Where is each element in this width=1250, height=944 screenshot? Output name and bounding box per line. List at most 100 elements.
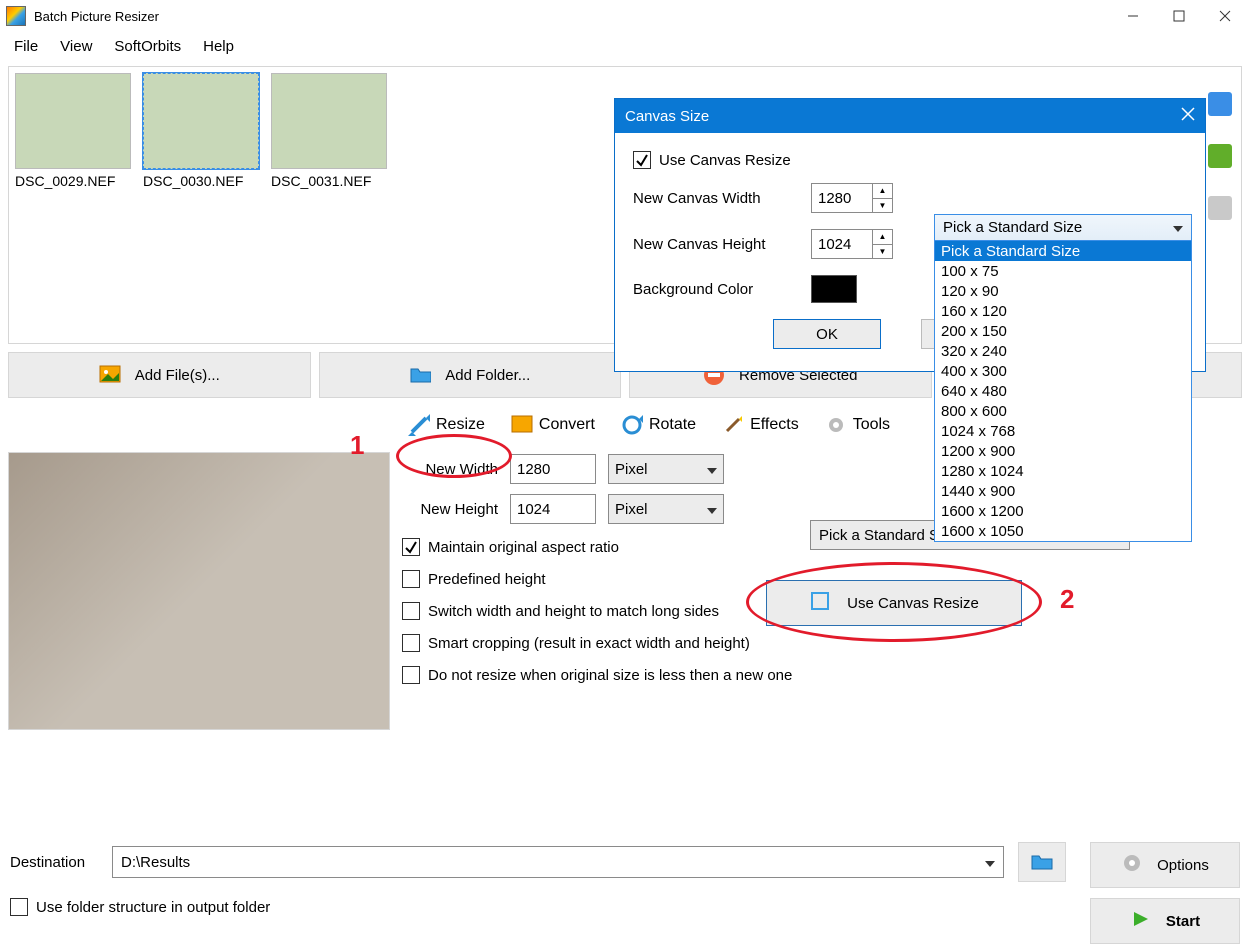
checkbox-label: Use Canvas Resize — [659, 152, 791, 169]
dropdown-selected[interactable]: Pick a Standard Size — [935, 215, 1191, 241]
dropdown-item[interactable]: 100 x 75 — [935, 261, 1191, 281]
button-label: Start — [1166, 913, 1200, 930]
dropdown-item[interactable]: 640 x 480 — [935, 381, 1191, 401]
side-icons — [1208, 92, 1242, 220]
tab-label: Convert — [539, 416, 595, 434]
height-unit-select[interactable]: Pixel — [608, 494, 724, 524]
ok-button[interactable]: OK — [773, 319, 881, 349]
destination-input[interactable]: D:\Results — [112, 846, 1004, 878]
dialog-title: Canvas Size — [625, 108, 709, 125]
folder-icon — [409, 364, 431, 386]
checkbox-label: Smart cropping (result in exact width an… — [428, 635, 750, 652]
checkbox-label: Use folder structure in output folder — [36, 899, 270, 916]
width-unit-select[interactable]: Pixel — [608, 454, 724, 484]
add-files-button[interactable]: Add File(s)... — [8, 352, 311, 398]
sidebar-icon[interactable] — [1208, 144, 1232, 168]
tab-label: Tools — [853, 416, 890, 434]
checkbox-noresize[interactable] — [402, 666, 420, 684]
tab-label: Resize — [436, 416, 485, 434]
checkbox-label: Do not resize when original size is less… — [428, 667, 792, 684]
canvas-height-input[interactable]: ▲▼ — [811, 229, 893, 259]
thumbnail-label: DSC_0031.NEF — [271, 173, 391, 189]
spinner-down[interactable]: ▼ — [872, 244, 892, 259]
menu-softorbits[interactable]: SoftOrbits — [104, 34, 191, 59]
dropdown-item[interactable]: 320 x 240 — [935, 341, 1191, 361]
dropdown-item[interactable]: 1024 x 768 — [935, 421, 1191, 441]
annotation-ring-2 — [746, 562, 1042, 642]
checkbox-predef[interactable] — [402, 570, 420, 588]
dialog-titlebar[interactable]: Canvas Size — [615, 99, 1205, 133]
menu-file[interactable]: File — [4, 34, 48, 59]
resize-icon — [408, 414, 430, 436]
gear-icon — [825, 414, 847, 436]
select-value: Pixel — [615, 461, 648, 478]
convert-icon — [511, 414, 533, 436]
checkbox-smart[interactable] — [402, 634, 420, 652]
thumbnail-label: DSC_0030.NEF — [143, 173, 263, 189]
minimize-button[interactable] — [1110, 1, 1156, 31]
button-label: Add Folder... — [445, 367, 530, 384]
photo-icon — [99, 364, 121, 386]
browse-button[interactable] — [1018, 842, 1066, 882]
thumbnail[interactable]: DSC_0030.NEF — [143, 73, 263, 189]
chevron-down-icon — [707, 501, 717, 518]
checkbox-use-canvas[interactable] — [633, 151, 651, 169]
chevron-down-icon — [1173, 219, 1183, 236]
chevron-down-icon — [707, 461, 717, 478]
dropdown-item[interactable]: 200 x 150 — [935, 321, 1191, 341]
tab-convert[interactable]: Convert — [503, 408, 603, 442]
options-button[interactable]: Options — [1090, 842, 1240, 888]
thumbnail[interactable]: DSC_0029.NEF — [15, 73, 135, 189]
menu-help[interactable]: Help — [193, 34, 244, 59]
dropdown-item[interactable]: 400 x 300 — [935, 361, 1191, 381]
destination-value: D:\Results — [121, 854, 190, 871]
thumbnail[interactable]: DSC_0031.NEF — [271, 73, 391, 189]
button-label: Options — [1157, 857, 1209, 874]
bg-color-label: Background Color — [633, 281, 793, 298]
tab-tools[interactable]: Tools — [817, 408, 898, 442]
spinner-up[interactable]: ▲ — [872, 230, 892, 244]
dropdown-item[interactable]: 1600 x 1200 — [935, 501, 1191, 521]
dialog-close-button[interactable] — [1165, 107, 1195, 125]
menu-view[interactable]: View — [50, 34, 102, 59]
canvas-width-label: New Canvas Width — [633, 190, 793, 207]
sidebar-icon[interactable] — [1208, 196, 1232, 220]
spinner-up[interactable]: ▲ — [872, 184, 892, 198]
tab-label: Rotate — [649, 416, 696, 434]
dropdown-item[interactable]: 800 x 600 — [935, 401, 1191, 421]
add-folder-button[interactable]: Add Folder... — [319, 352, 622, 398]
dropdown-item[interactable]: 120 x 90 — [935, 281, 1191, 301]
menubar: File View SoftOrbits Help — [0, 32, 1250, 60]
dropdown-item[interactable]: 1280 x 1024 — [935, 461, 1191, 481]
maximize-button[interactable] — [1156, 1, 1202, 31]
new-width-input[interactable] — [510, 454, 596, 484]
annotation-1: 1 — [350, 430, 364, 461]
dropdown-item[interactable]: 1600 x 1050 — [935, 521, 1191, 541]
tab-rotate[interactable]: Rotate — [613, 408, 704, 442]
dropdown-item[interactable]: 1440 x 900 — [935, 481, 1191, 501]
checkbox-folder-structure[interactable] — [10, 898, 28, 916]
checkbox-label: Maintain original aspect ratio — [428, 539, 619, 556]
spinner-down[interactable]: ▼ — [872, 198, 892, 213]
canvas-width-input[interactable]: ▲▼ — [811, 183, 893, 213]
checkbox-aspect[interactable] — [402, 538, 420, 556]
chevron-down-icon — [985, 854, 995, 871]
tab-label: Effects — [750, 416, 799, 434]
checkbox-label: Predefined height — [428, 571, 546, 588]
dropdown-item[interactable]: 160 x 120 — [935, 301, 1191, 321]
app-title: Batch Picture Resizer — [34, 9, 159, 24]
dropdown-item[interactable]: Pick a Standard Size — [935, 241, 1191, 261]
dropdown-item[interactable]: 1200 x 900 — [935, 441, 1191, 461]
new-height-input[interactable] — [510, 494, 596, 524]
thumbnail-image — [15, 73, 131, 169]
gear-icon — [1121, 852, 1143, 878]
start-button[interactable]: Start — [1090, 898, 1240, 944]
close-button[interactable] — [1202, 1, 1248, 31]
dropdown-label: Pick a Standard Size — [943, 219, 1082, 236]
bg-color-swatch[interactable] — [811, 275, 857, 303]
tab-effects[interactable]: Effects — [714, 408, 807, 442]
annotation-2: 2 — [1060, 584, 1074, 615]
checkbox-switch[interactable] — [402, 602, 420, 620]
rotate-icon — [621, 414, 643, 436]
sidebar-icon[interactable] — [1208, 92, 1232, 116]
